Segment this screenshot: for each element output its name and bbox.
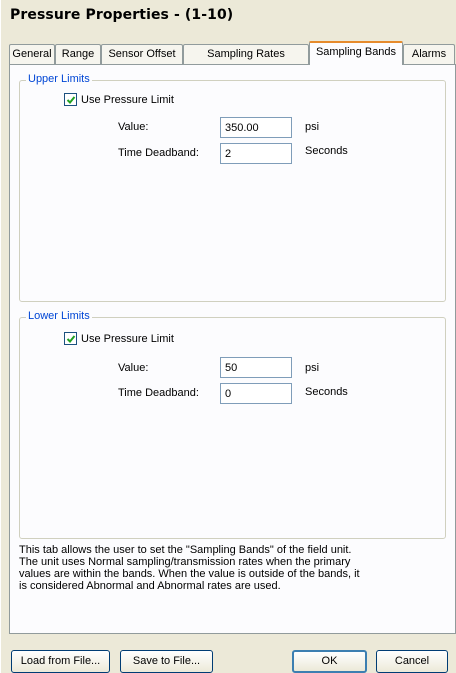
lower-value-unit: psi <box>305 362 320 374</box>
upper-use-pressure-limit-checkbox[interactable] <box>64 93 77 106</box>
lower-deadband-input[interactable] <box>220 383 292 404</box>
lower-value-label: Value: <box>118 362 149 374</box>
window-title: Pressure Properties - (1-10) <box>10 7 234 23</box>
tab-sampling-bands[interactable]: Sampling Bands <box>309 41 403 65</box>
tab-range[interactable]: Range <box>55 44 101 64</box>
upper-limits-label: Upper Limits <box>26 73 92 85</box>
lower-value-input[interactable] <box>220 357 292 378</box>
lower-use-pressure-limit-checkbox[interactable] <box>64 332 77 345</box>
load-from-file-button[interactable]: Load from File... <box>11 650 110 673</box>
lower-use-pressure-limit[interactable]: Use Pressure Limit <box>64 332 174 345</box>
upper-value-label: Value: <box>118 121 149 133</box>
upper-deadband-input[interactable] <box>220 143 292 164</box>
lower-deadband-label: Time Deadband: <box>118 387 199 399</box>
tab-general[interactable]: General <box>9 44 55 64</box>
ok-button[interactable]: OK <box>292 650 367 673</box>
upper-value-input[interactable] <box>220 117 292 138</box>
checkmark-icon <box>66 96 76 104</box>
tab-strip: General Range Sensor Offset Sampling Rat… <box>9 41 455 66</box>
upper-use-pressure-limit-label: Use Pressure Limit <box>81 93 174 106</box>
lower-deadband-unit: Seconds <box>305 386 348 398</box>
pressure-properties-dialog: Pressure Properties - (1-10) General Ran… <box>0 0 456 673</box>
upper-deadband-unit: Seconds <box>305 145 348 157</box>
title-bar[interactable]: Pressure Properties - (1-10) <box>1 0 456 32</box>
sampling-bands-description: This tab allows the user to set the "Sam… <box>19 544 360 592</box>
lower-use-pressure-limit-label: Use Pressure Limit <box>81 332 174 345</box>
lower-limits-group: Lower Limits Use Pressure Limit Value: p… <box>19 310 446 539</box>
tab-sensor-offset[interactable]: Sensor Offset <box>101 44 183 64</box>
upper-limits-group: Upper Limits Use Pressure Limit Value: p… <box>19 73 446 302</box>
save-to-file-button[interactable]: Save to File... <box>120 650 213 673</box>
lower-limits-label: Lower Limits <box>26 310 92 322</box>
cancel-button[interactable]: Cancel <box>376 650 448 673</box>
upper-deadband-label: Time Deadband: <box>118 147 199 159</box>
tab-sampling-rates[interactable]: Sampling Rates <box>183 44 309 64</box>
tab-alarms[interactable]: Alarms <box>403 44 455 64</box>
checkmark-icon <box>66 335 76 343</box>
upper-value-unit: psi <box>305 121 320 133</box>
upper-use-pressure-limit[interactable]: Use Pressure Limit <box>64 93 174 106</box>
